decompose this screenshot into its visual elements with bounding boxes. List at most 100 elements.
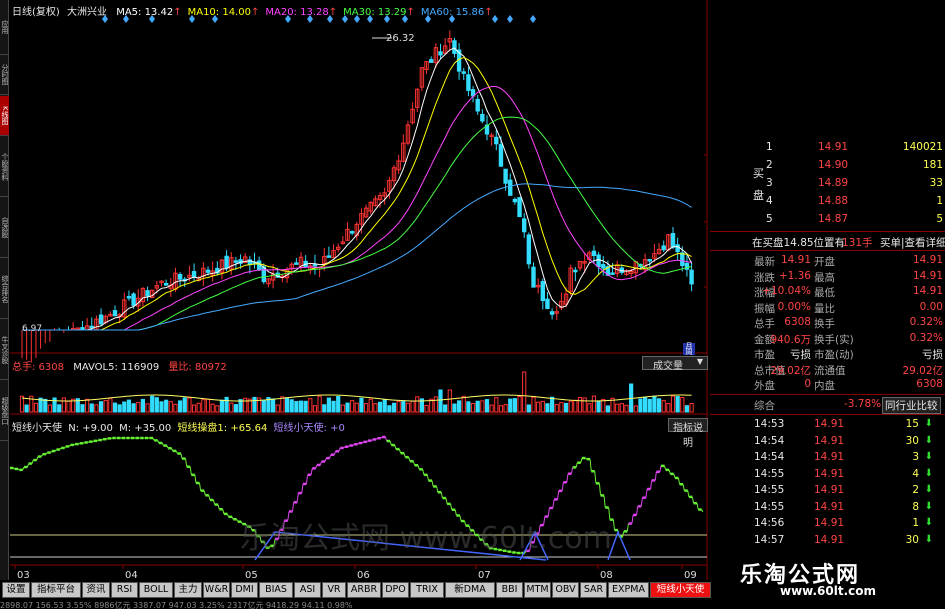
volume-bar <box>489 404 494 413</box>
volume-bar <box>261 399 266 413</box>
volume-bar <box>396 401 401 413</box>
tab--1[interactable]: 指标平台 <box>31 582 81 598</box>
left-tab-6[interactable]: 牛叉诊股 <box>0 320 9 380</box>
candle-body <box>326 255 332 258</box>
tab-asi-9[interactable]: ASI <box>294 582 321 598</box>
tab-dpo-12[interactable]: DPO <box>382 582 409 598</box>
volume-bar <box>150 395 155 413</box>
tab--5[interactable]: 主力 <box>174 582 202 598</box>
volume-bar <box>201 399 206 413</box>
volume-bar <box>336 395 341 413</box>
candle-body <box>145 290 150 297</box>
candle-body <box>98 314 104 325</box>
industry-compare-button[interactable]: 同行业比较 <box>882 397 941 414</box>
indicator-step-riser <box>305 474 309 484</box>
tick-row-7: 14:57 14.91 30 ⬇ <box>710 533 945 549</box>
tab-dma-14[interactable]: 新DMA <box>445 582 495 598</box>
sell-price: 14.90 <box>818 159 849 171</box>
quote-value: 亏损 <box>922 349 943 361</box>
tab--2[interactable]: 资讯 <box>82 582 110 598</box>
candle-body <box>294 262 299 265</box>
volume-dropdown[interactable]: 成交量 ▼ <box>642 356 708 372</box>
tab-sar-18[interactable]: SAR <box>580 582 607 598</box>
indicator-step-riser <box>315 464 318 469</box>
tab-rsi-3[interactable]: RSI <box>111 582 138 598</box>
volume-bar <box>633 405 638 413</box>
left-tab-3[interactable]: 个股资料 <box>0 137 9 197</box>
tab-wr-6[interactable]: W&R <box>203 582 230 598</box>
tab-mtm-16[interactable]: MTM <box>524 582 551 598</box>
tab-bias-8[interactable]: BIAS <box>259 582 293 598</box>
candle-body <box>429 59 434 63</box>
tab-bbi-15[interactable]: BBI <box>496 582 523 598</box>
candle-body <box>675 244 680 253</box>
volume-bar <box>433 396 438 413</box>
candle-body <box>89 325 94 329</box>
left-tab-0[interactable]: 应用 <box>0 0 9 55</box>
volume-bar <box>415 396 420 413</box>
volume-bar <box>526 404 531 413</box>
chart-area[interactable]: 26.326.9719.4515.5411.593742918714X10+14… <box>10 0 708 580</box>
bid-detail-button[interactable]: 买单|查看详细 <box>880 235 945 250</box>
indicator-step-riser <box>417 465 420 470</box>
volume-bar <box>359 397 364 413</box>
quote-label: 振幅 <box>754 302 775 315</box>
indicator-n: N: +9.00 <box>68 423 113 434</box>
indicator-help-button[interactable]: 指标说明 <box>668 418 708 449</box>
indicator-step-riser <box>96 439 99 442</box>
indicator-step-riser <box>329 454 332 459</box>
indicator-step-riser <box>222 509 225 515</box>
quote-label: 换手(实) <box>814 333 854 346</box>
divider <box>710 394 945 395</box>
volume-bar <box>438 389 443 413</box>
sell-volume: 140021 <box>902 141 943 153</box>
tab--20[interactable]: 短线小天使 <box>650 582 711 598</box>
tab-trix-13[interactable]: TRIX <box>410 582 444 598</box>
volume-bar <box>638 398 643 413</box>
tab-boll-4[interactable]: BOLL <box>139 582 173 598</box>
volume-bar <box>656 398 662 413</box>
chart-canvas[interactable]: 26.326.9719.4515.5411.593742918714X10+14… <box>10 0 708 580</box>
tab--0[interactable]: 设置 <box>2 582 30 598</box>
volume-bar <box>475 400 480 413</box>
quote-label: 流通值 <box>814 364 846 377</box>
tab-dmi-7[interactable]: DMI <box>231 582 258 598</box>
candle-body <box>647 258 652 262</box>
candle-body <box>191 271 197 278</box>
indicator-step-riser <box>389 440 392 446</box>
arrow-down-icon: ⬇ <box>924 434 933 446</box>
x-axis-label: 04 <box>125 570 138 580</box>
arrow-up-icon: ↑ <box>250 7 260 18</box>
indicator-m: M: +35.00 <box>119 423 172 434</box>
volume-bar <box>470 403 476 413</box>
arrow-down-icon: ⬇ <box>924 500 933 512</box>
left-tab-2[interactable]: K线图 <box>0 96 9 136</box>
volume-bar <box>531 396 536 413</box>
tab-obv-17[interactable]: OBV <box>552 582 579 598</box>
tick-row-6: 14:56 14.91 1 ⬇ <box>710 516 945 532</box>
left-tab-4[interactable]: 自选股 <box>0 198 9 258</box>
left-tab-1[interactable]: 分时图 <box>0 55 9 95</box>
volume-bar <box>484 399 490 413</box>
volume-bar <box>275 404 280 413</box>
tab-vr-10[interactable]: VR <box>322 582 346 598</box>
left-tab-7[interactable]: 超级盘口 <box>0 381 9 441</box>
ma20-line <box>22 86 692 331</box>
indicator-step-riser <box>194 474 197 484</box>
period-toggle-button[interactable]: 月周 <box>683 343 695 356</box>
tab-arbr-11[interactable]: ARBR <box>347 582 381 598</box>
candle-body <box>498 144 504 167</box>
left-tab-5[interactable]: 综合排名 <box>0 259 9 319</box>
quote-value: 亏损 <box>790 349 811 361</box>
volume-bar <box>224 396 229 413</box>
volume-bar <box>229 402 234 413</box>
tick-price: 14.91 <box>814 434 845 447</box>
tick-price: 14.91 <box>814 533 845 546</box>
tab-expma-19[interactable]: EXPMA <box>608 582 649 598</box>
chevron-down-icon: ▼ <box>696 357 703 366</box>
indicator-step-riser <box>292 502 295 512</box>
indicator-step-riser <box>608 507 611 520</box>
summary-label: 综合 <box>754 400 775 412</box>
indicator-step-riser <box>612 519 615 531</box>
indicator-step-riser <box>668 469 671 475</box>
